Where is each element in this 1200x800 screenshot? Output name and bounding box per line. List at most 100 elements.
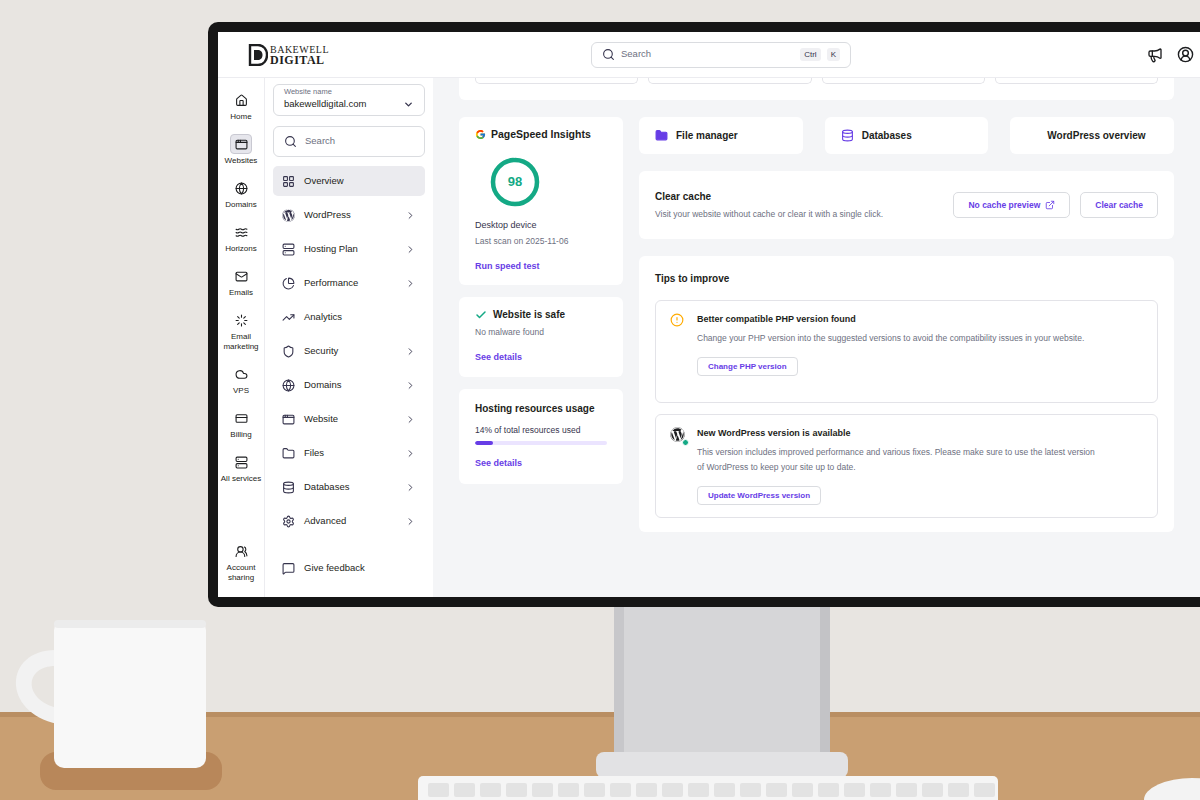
tip-action-button[interactable]: Update WordPress version — [697, 486, 821, 505]
chevron-icon — [405, 278, 416, 289]
rail-label: Websites — [225, 156, 258, 166]
menu-item[interactable]: WordPress — [273, 200, 425, 230]
tip-item: Better compatible PHP version found Chang… — [655, 300, 1158, 403]
cache-title: Clear cache — [655, 189, 883, 204]
update-badge — [682, 439, 689, 446]
menu-search[interactable]: Search — [273, 126, 425, 157]
menu-item[interactable]: Performance — [273, 268, 425, 298]
chevron-icon — [405, 346, 416, 357]
monitor: BAKEWELLDIGITALSearchCtrlKHomeWebsitesDo… — [208, 22, 1200, 607]
clear-cache-label: Clear cache — [1095, 199, 1143, 212]
rail-item[interactable]: Account sharing — [219, 541, 263, 583]
rail-item[interactable]: Websites — [219, 134, 263, 166]
account-sharing-icon — [235, 545, 248, 558]
menu-item-icon — [282, 243, 295, 256]
chevron-icon — [405, 380, 416, 391]
menu-item[interactable]: Website — [273, 404, 425, 434]
chevron-icon — [405, 448, 416, 459]
tip-title: Better compatible PHP version found — [697, 313, 1084, 327]
dropdown-icon — [403, 99, 414, 110]
screen: BAKEWELLDIGITALSearchCtrlKHomeWebsitesDo… — [218, 32, 1200, 597]
shortcut-label: File manager — [676, 128, 738, 143]
feedback-link[interactable]: Give feedback — [273, 555, 425, 581]
score-ring: 98 — [488, 155, 542, 209]
safety-details-link[interactable]: See details — [475, 351, 607, 365]
score-value: 98 — [508, 172, 522, 192]
rail-label: Home — [230, 112, 251, 122]
tip-action-button[interactable]: Change PHP version — [697, 357, 798, 376]
rail-item[interactable]: Billing — [219, 408, 263, 440]
tip-item: New WordPress version is available This v… — [655, 414, 1158, 518]
clear-cache-button[interactable]: Clear cache — [1080, 192, 1158, 218]
menu-item[interactable]: Databases — [273, 472, 425, 502]
cache-text: Visit your website without cache or clea… — [655, 207, 883, 222]
tip-text: Change your PHP version into the suggest… — [697, 331, 1084, 346]
external-link-icon — [1045, 200, 1055, 210]
rail-item[interactable]: VPS — [219, 364, 263, 396]
chevron-icon — [405, 244, 416, 255]
menu-item-icon — [282, 515, 295, 528]
menu-item-icon — [282, 413, 295, 426]
rail-item[interactable]: Domains — [219, 178, 263, 210]
menu-item[interactable]: Overview — [273, 166, 425, 196]
menu-item[interactable]: Advanced — [273, 506, 425, 536]
tip-title: New WordPress version is available — [697, 427, 1097, 441]
menu-item[interactable]: Hosting Plan — [273, 234, 425, 264]
resources-card: Hosting resources usage 14% of total reso… — [459, 389, 623, 484]
menu-item[interactable]: Security — [273, 336, 425, 366]
resources-details-link[interactable]: See details — [475, 457, 607, 471]
tips-card: Tips to improveBetter compatible PHP ver… — [639, 256, 1174, 532]
folder-icon — [655, 129, 668, 142]
no-cache-preview-button[interactable]: No cache preview — [953, 192, 1070, 218]
search-placeholder: Search — [621, 47, 794, 61]
menu-item-label: Hosting Plan — [304, 242, 396, 256]
menu-item-label: Databases — [304, 480, 396, 494]
rail-item[interactable]: All services — [219, 452, 263, 484]
menu-item-icon — [282, 481, 295, 494]
menu-item[interactable]: Analytics — [273, 302, 425, 332]
menu-item-icon — [282, 311, 295, 324]
cache-card: Clear cache Visit your website without ca… — [639, 171, 1174, 239]
menu-item[interactable]: Files — [273, 438, 425, 468]
rail-icon — [235, 94, 248, 107]
menu-item[interactable]: Domains — [273, 370, 425, 400]
rail-label: Emails — [229, 288, 253, 298]
website-select-value: bakewelldigital.com — [284, 97, 366, 111]
global-search[interactable]: SearchCtrlK — [591, 42, 851, 68]
safety-title: Website is safe — [493, 307, 565, 322]
rail-item[interactable]: Email marketing — [219, 310, 263, 352]
tip-text: This version includes improved performan… — [697, 445, 1097, 475]
website-select[interactable]: Website namebakewelldigital.com — [273, 84, 425, 116]
menu-item-label: Website — [304, 412, 396, 426]
rail-item[interactable]: Emails — [219, 266, 263, 298]
shortcut-button[interactable]: Databases — [825, 117, 989, 154]
feedback-icon — [282, 562, 295, 575]
rail-label: VPS — [233, 386, 249, 396]
brand-logo[interactable]: BAKEWELLDIGITAL — [248, 44, 591, 66]
shortcut-key: Ctrl — [800, 48, 820, 61]
pagespeed-title: PageSpeed Insights — [491, 127, 591, 143]
rail-item[interactable]: Horizons — [219, 222, 263, 254]
rail-label: Horizons — [225, 244, 257, 254]
announcements-icon[interactable] — [1147, 47, 1163, 63]
rail-label: Account sharing — [219, 563, 263, 583]
pagespeed-device: Desktop device — [475, 219, 607, 233]
run-speed-test-link[interactable]: Run speed test — [475, 260, 607, 274]
shortcut-button[interactable]: WordPress overview — [1010, 117, 1174, 154]
rail-icon — [235, 368, 248, 381]
menu-item-label: Performance — [304, 276, 396, 290]
safety-text: No malware found — [475, 326, 607, 339]
rail-item[interactable]: Home — [219, 90, 263, 122]
resources-bar-fill — [475, 441, 493, 445]
account-icon[interactable] — [1177, 46, 1194, 63]
resources-usage: 14% of total resources used — [475, 424, 607, 437]
safety-card: Website is safe No malware found See detai… — [459, 297, 623, 377]
resources-title: Hosting resources usage — [475, 401, 607, 416]
rail-icon — [235, 226, 248, 239]
rail-label: All services — [221, 474, 261, 484]
menu-item-icon — [282, 345, 295, 358]
feedback-label: Give feedback — [304, 561, 365, 575]
google-icon — [475, 129, 486, 140]
shortcut-button[interactable]: File manager — [639, 117, 803, 154]
